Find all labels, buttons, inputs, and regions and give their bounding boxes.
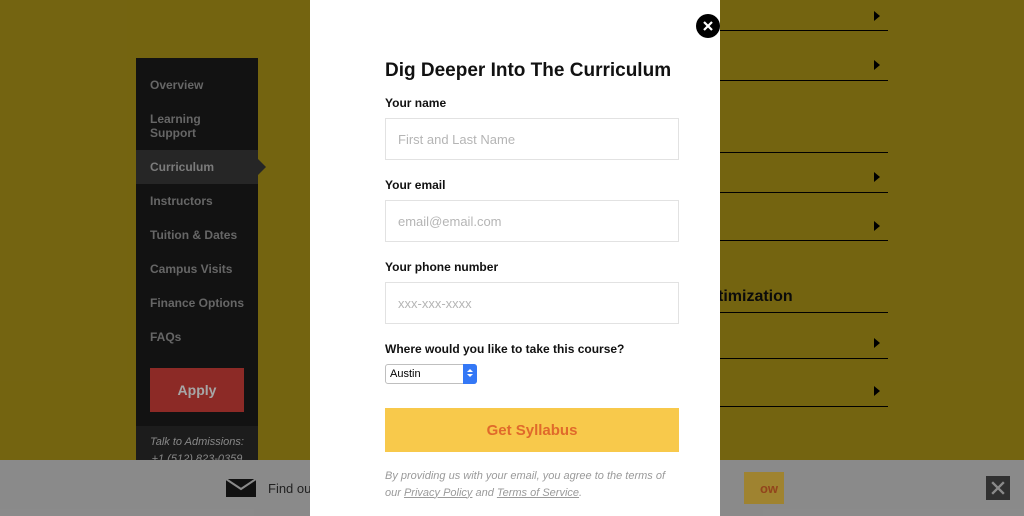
disclaimer-and: and: [472, 487, 496, 499]
name-label: Your name: [385, 96, 679, 110]
modal-close-button[interactable]: [696, 14, 720, 38]
privacy-policy-link[interactable]: Privacy Policy: [404, 487, 472, 499]
email-input[interactable]: [385, 200, 679, 242]
syllabus-modal: Dig Deeper Into The Curriculum Your name…: [310, 0, 720, 516]
disclaimer-suffix: .: [579, 487, 582, 499]
name-input[interactable]: [385, 118, 679, 160]
modal-title: Dig Deeper Into The Curriculum: [385, 60, 700, 82]
get-syllabus-button[interactable]: Get Syllabus: [385, 408, 679, 452]
close-icon: [702, 20, 714, 32]
phone-label: Your phone number: [385, 260, 679, 274]
phone-input[interactable]: [385, 282, 679, 324]
disclaimer-text: By providing us with your email, you agr…: [385, 468, 679, 501]
location-select[interactable]: Austin: [385, 364, 477, 384]
email-label: Your email: [385, 178, 679, 192]
terms-of-service-link[interactable]: Terms of Service: [497, 487, 579, 499]
location-label: Where would you like to take this course…: [385, 342, 679, 356]
syllabus-form: Your name Your email Your phone number W…: [385, 96, 679, 501]
